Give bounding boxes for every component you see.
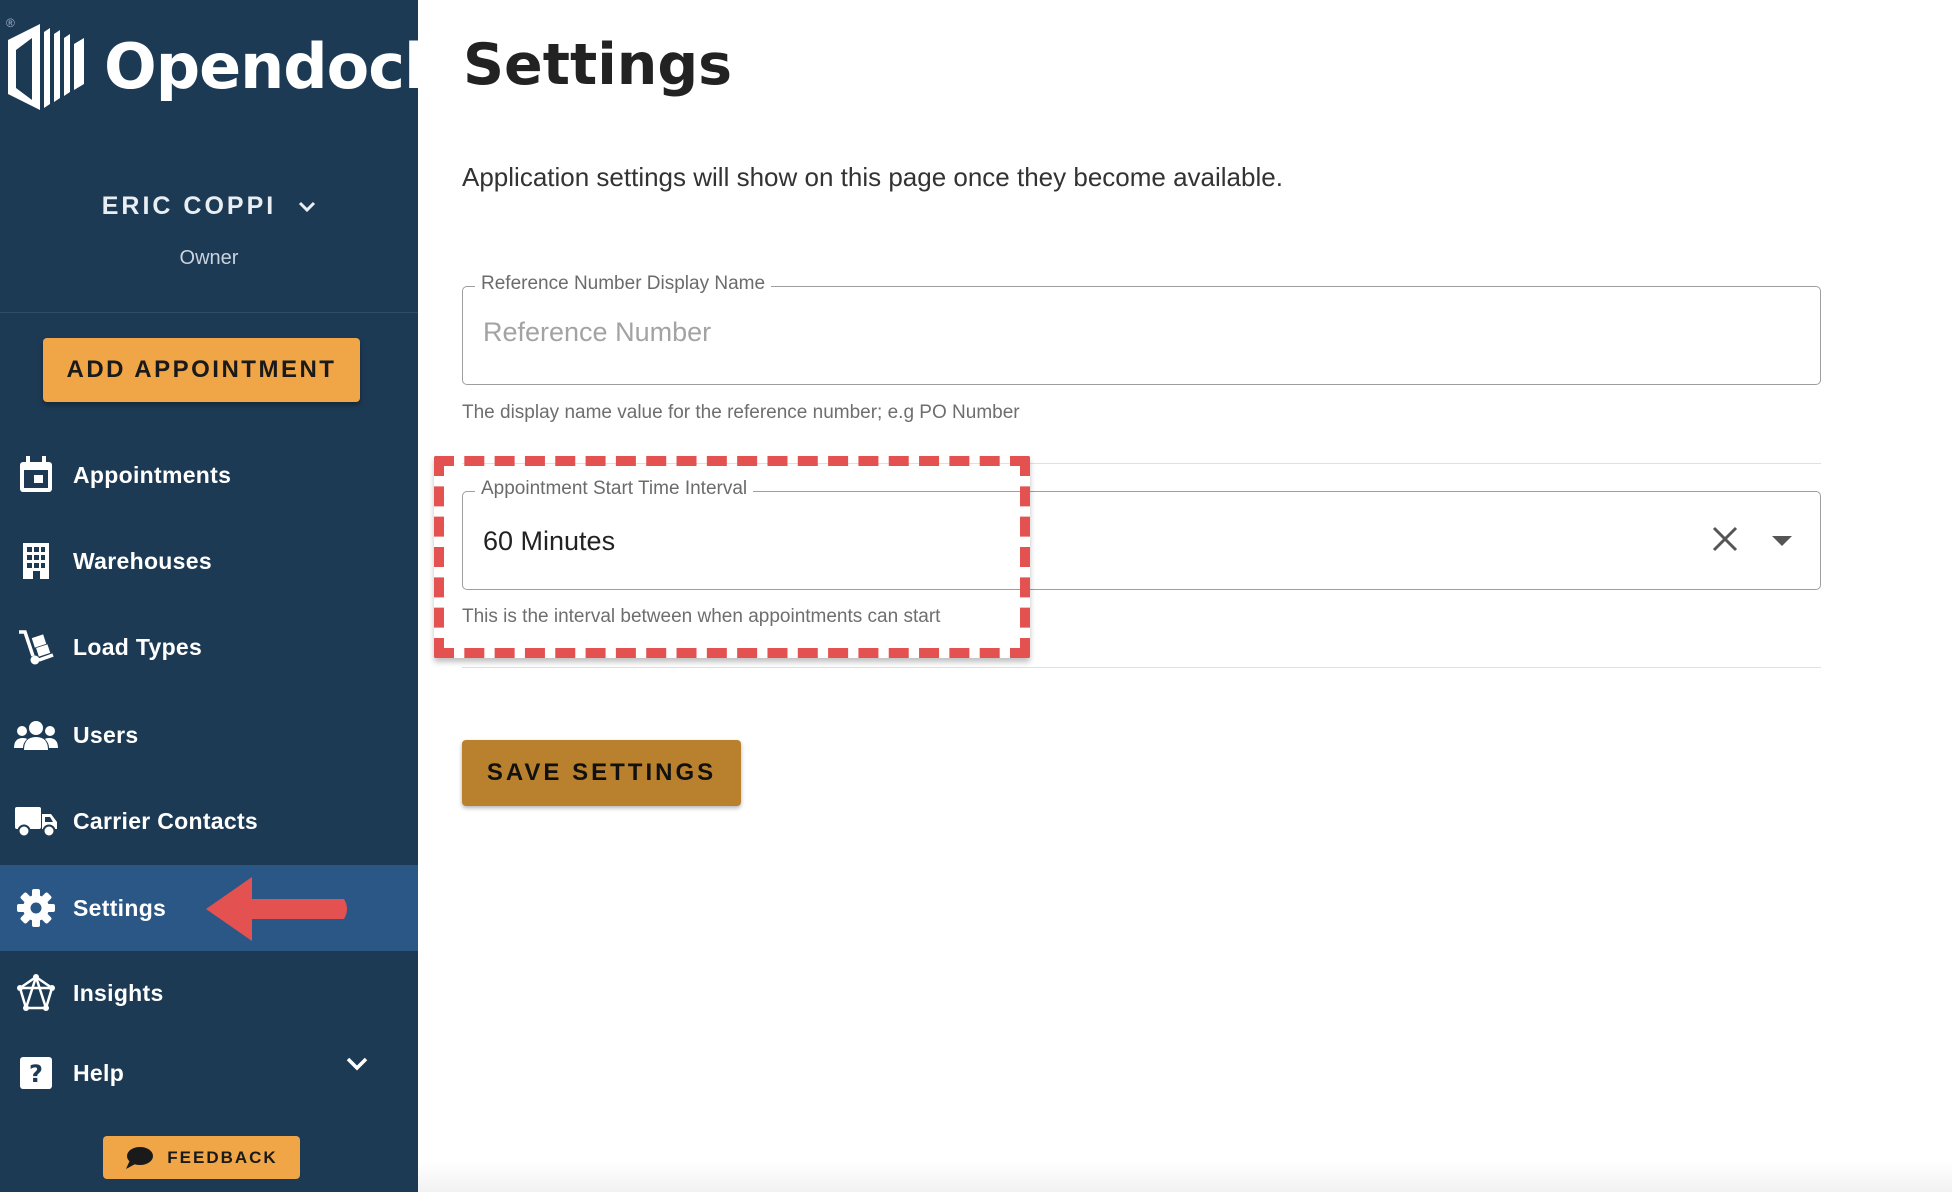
sidebar-item-insights[interactable]: Insights — [0, 950, 418, 1036]
hand-truck-icon — [14, 625, 58, 669]
svg-text:?: ? — [29, 1060, 43, 1088]
truck-icon — [14, 799, 58, 843]
calendar-icon — [14, 453, 58, 497]
sidebar-item-label: Carrier Contacts — [73, 807, 259, 834]
user-panel: ERIC COPPI Owner — [0, 192, 418, 270]
chevron-down-icon — [299, 201, 316, 212]
divider — [462, 667, 1821, 668]
feedback-button[interactable]: FEEDBACK — [103, 1136, 300, 1179]
field-legend: Reference Number Display Name — [475, 273, 772, 295]
chat-bubble-icon — [126, 1146, 154, 1169]
sidebar-item-load-types[interactable]: Load Types — [0, 604, 418, 690]
sidebar-item-label: Users — [73, 721, 139, 748]
reference-number-field: Reference Number Display Name — [462, 273, 1821, 385]
close-icon[interactable] — [1710, 524, 1740, 554]
help-icon: ? — [14, 1051, 58, 1095]
feedback-label: FEEDBACK — [167, 1147, 278, 1167]
sidebar-item-label: Appointments — [73, 461, 232, 488]
sidebar-item-label: Load Types — [73, 633, 203, 660]
building-icon — [14, 539, 58, 583]
user-role: Owner — [179, 247, 239, 269]
bottom-shadow — [418, 1160, 1952, 1192]
save-settings-button[interactable]: SAVE SETTINGS — [462, 740, 741, 806]
user-menu[interactable]: ERIC COPPI — [102, 192, 316, 221]
page-title: Settings — [463, 32, 733, 98]
annotation-highlight-box — [434, 456, 1030, 658]
sidebar-item-warehouses[interactable]: Warehouses — [0, 518, 418, 604]
sidebar-item-label: Insights — [73, 979, 164, 1006]
add-appointment-button[interactable]: ADD APPOINTMENT — [43, 338, 360, 402]
dropdown-arrow-icon[interactable] — [1772, 536, 1792, 546]
reference-number-input[interactable] — [483, 317, 1583, 348]
opendock-logo-icon — [8, 24, 84, 110]
sidebar-item-label: Settings — [73, 894, 167, 921]
insights-icon — [14, 971, 58, 1015]
user-name: ERIC COPPI — [101, 192, 277, 220]
sidebar-item-carrier-contacts[interactable]: Carrier Contacts — [0, 778, 418, 864]
sidebar-item-appointments[interactable]: Appointments — [0, 432, 418, 518]
sidebar: ® Opendock ERIC COPPI Owner ADD APPOINTM… — [0, 0, 445, 1192]
intro-text: Application settings will show on this p… — [462, 162, 1283, 192]
brand-logo[interactable]: Opendock — [4, 16, 445, 116]
chevron-down-icon[interactable] — [346, 1057, 368, 1071]
sidebar-item-label: Warehouses — [73, 547, 212, 574]
sidebar-divider — [0, 312, 418, 313]
sidebar-item-help[interactable]: ? Help — [0, 1030, 418, 1116]
gear-icon — [14, 886, 58, 930]
sidebar-item-label: Help — [73, 1059, 125, 1086]
reference-number-hint: The display name value for the reference… — [462, 402, 1020, 423]
sidebar-item-users[interactable]: Users — [0, 692, 418, 778]
annotation-arrow-icon — [206, 877, 347, 941]
brand-name: Opendock — [104, 29, 445, 103]
users-icon — [14, 713, 58, 757]
